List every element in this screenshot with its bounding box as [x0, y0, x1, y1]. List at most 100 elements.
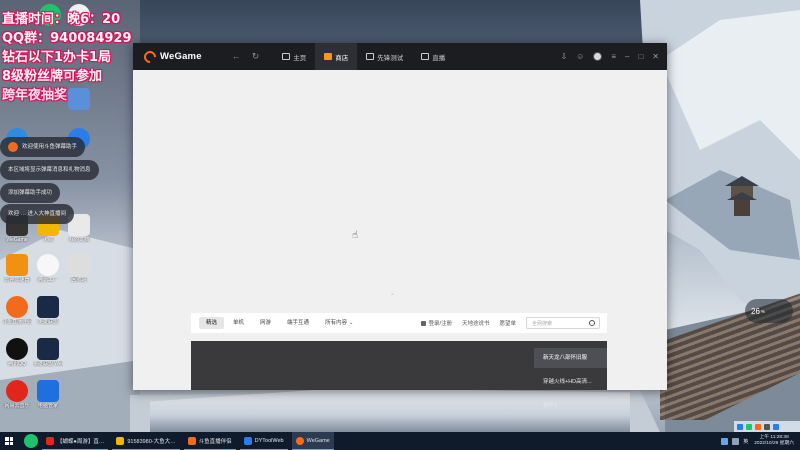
- desktop-icon-label: 斗鱼直播伴侣: [2, 319, 32, 325]
- search-input[interactable]: 全网搜索: [526, 317, 600, 329]
- tab-store[interactable]: 商店: [315, 43, 358, 70]
- tray-app-icon[interactable]: [764, 423, 770, 430]
- taskbar-app-wegame[interactable]: WeGame: [291, 432, 334, 450]
- title-bar[interactable]: WeGame ← ↻ 主页 商店 先锋测试 直播 ⇩ ☺ ≡ – □ ✕: [133, 43, 667, 70]
- clock-date: 2022/10/29 星期六: [754, 441, 794, 446]
- app-icon: [243, 436, 252, 445]
- volume-icon[interactable]: [732, 437, 740, 445]
- toast-notification[interactable]: 欢迎 … 进入大神直播间: [0, 204, 75, 224]
- game-list-item[interactable]: 星环3: [534, 396, 607, 416]
- tab-live[interactable]: 直播: [412, 43, 454, 70]
- app-icon: [37, 254, 59, 276]
- desktop-icon[interactable]: 英雄联盟 WeGame版: [33, 338, 63, 367]
- toast-notification[interactable]: 欢迎使用斗鱼弹幕助手: [0, 137, 86, 157]
- desktop-icon[interactable]: 英雄联盟: [33, 296, 63, 325]
- taskbar-app-label: 【蝴蝶●周游】直…: [57, 438, 105, 445]
- desktop-icon[interactable]: 腾讯QQ: [2, 338, 32, 367]
- desktop-icon[interactable]: 网易云音乐: [2, 380, 32, 409]
- game-list-item[interactable]: 穿越火线+HD高清...: [534, 372, 607, 392]
- network-icon[interactable]: [721, 437, 729, 445]
- desktop-icon-label: 网易云音乐: [4, 403, 30, 409]
- desktop-icon-label: 我的文档: [68, 237, 89, 243]
- download-icon[interactable]: ⇩: [560, 52, 567, 61]
- tab-label: 商店: [335, 54, 349, 62]
- desktop-icon-label: 回收站: [71, 277, 87, 283]
- wegame-window[interactable]: WeGame ← ↻ 主页 商店 先锋测试 直播 ⇩ ☺ ≡ – □ ✕ ☝ ⌃…: [133, 43, 667, 409]
- maximize-icon[interactable]: □: [638, 52, 643, 61]
- filter-tab-single-player[interactable]: 单机: [226, 317, 251, 329]
- login-link[interactable]: 登录/注册: [421, 319, 452, 327]
- tray-app-icon[interactable]: [746, 423, 752, 430]
- close-icon[interactable]: ✕: [652, 52, 659, 61]
- toast-notification[interactable]: 添加弹幕助手成功: [0, 183, 61, 203]
- back-arrow-icon[interactable]: ←: [232, 51, 241, 62]
- game-list-item[interactable]: 新天龙八部怀旧服: [534, 348, 607, 368]
- live-icon: [421, 53, 430, 60]
- menu-icon[interactable]: ≡: [611, 52, 616, 61]
- chevron-down-icon: ⌄: [349, 320, 354, 326]
- search-icon[interactable]: [589, 320, 595, 326]
- wegame-logo-text: WeGame: [160, 51, 202, 62]
- filter-tab-all-content[interactable]: 所有内容 ⌄: [318, 317, 360, 329]
- qq-icon: [6, 338, 28, 360]
- taskbar-app[interactable]: 【蝴蝶●周游】直…: [42, 432, 109, 450]
- system-monitor-widget[interactable]: 26%: [745, 299, 793, 323]
- app-icon: [187, 436, 196, 445]
- app-icon: [6, 254, 28, 276]
- featured-game-list: 新天龙八部怀旧服 穿越火线+HD高清... 星环3: [534, 348, 607, 420]
- tab-pioneer-test[interactable]: 先锋测试: [357, 43, 412, 70]
- wegame-logo[interactable]: WeGame: [141, 48, 202, 65]
- filter-tab-crossplay[interactable]: 端手互通: [280, 317, 316, 329]
- tray-app-icon[interactable]: [737, 423, 743, 430]
- desktop-icon-label: 雷神加速器: [4, 277, 30, 283]
- toast-notification[interactable]: 本区域将显示弹幕消息和礼物消息: [0, 160, 99, 180]
- desktop-icon-label: 火绒: [42, 237, 53, 243]
- search-placeholder: 全网搜索: [532, 320, 553, 327]
- taskbar: 【蝴蝶●周游】直… 91583980-大鱼大… 斗鱼直播伴侣 DYToolWeb…: [0, 432, 800, 450]
- tab-home[interactable]: 主页: [273, 43, 315, 70]
- taskbar-app[interactable]: 斗鱼直播伴侣: [183, 432, 236, 450]
- caret-up-icon: ⌃: [390, 294, 396, 300]
- minimize-icon[interactable]: –: [625, 52, 629, 61]
- overlay-lottery: 跨年夜抽奖: [2, 88, 68, 103]
- taskbar-clock[interactable]: 上午 11:28:38 2022/10/29 星期六: [754, 435, 794, 447]
- league-icon: [37, 296, 59, 318]
- desktop-icon-label: 腾讯工厂: [37, 277, 58, 283]
- desktop-icon[interactable]: 腾讯工厂: [33, 254, 63, 283]
- recycle-bin-icon: [68, 254, 90, 276]
- wishlist-link[interactable]: 愿望单: [499, 319, 516, 327]
- filter-tab-featured[interactable]: 精选: [199, 317, 225, 329]
- tab-label: 直播: [432, 54, 446, 62]
- refresh-icon[interactable]: ↻: [252, 51, 260, 62]
- stream-overlay: 直播时间：晚6：20 QQ群：940084929 钻石以下1办卡1局 8级粉丝牌…: [2, 10, 132, 105]
- desktop-icon[interactable]: 斗鱼直播伴侣: [2, 296, 32, 325]
- input-method-indicator[interactable]: 英: [743, 438, 748, 445]
- desktop-icon[interactable]: 电脑管家: [33, 380, 63, 409]
- tiandi-link[interactable]: 天地途说书: [462, 319, 490, 327]
- douyu-icon: [8, 142, 18, 152]
- tray-app-icon[interactable]: [755, 423, 761, 430]
- desktop-icon[interactable]: 回收站: [64, 254, 94, 283]
- tray-app-icon[interactable]: [773, 423, 779, 430]
- start-button[interactable]: [0, 432, 18, 450]
- tab-label: 主页: [293, 54, 307, 62]
- avatar[interactable]: [593, 52, 603, 61]
- overlay-stream-time: 直播时间：晚6：20: [2, 12, 121, 27]
- windows-logo-icon: [5, 437, 13, 445]
- friends-icon[interactable]: ☺: [576, 52, 584, 61]
- taskbar-app[interactable]: DYToolWeb: [239, 432, 288, 450]
- desktop-icon[interactable]: 雷神加速器: [2, 254, 32, 283]
- desktop-icon-label: 英雄联盟 WeGame版: [33, 361, 63, 367]
- taskbar-app-label: WeGame: [306, 437, 330, 444]
- pc-manager-icon: [37, 380, 59, 402]
- lock-icon: [421, 321, 427, 327]
- desktop-icon-label: WeGame: [6, 237, 28, 243]
- filter-tab-online[interactable]: 网游: [253, 317, 278, 329]
- mouse-cursor-icon: ☝: [352, 230, 359, 241]
- link-label: 登录/注册: [428, 321, 452, 327]
- wallpaper-pagoda: [725, 176, 759, 216]
- pinned-app-icon[interactable]: [24, 434, 38, 448]
- taskbar-app[interactable]: 91583980-大鱼大…: [112, 432, 180, 450]
- store-content[interactable]: ☝ ⌃ 精选 单机 网游 端手互通 所有内容 ⌄ 登录/注册 天地途说书 愿望单 …: [133, 70, 667, 409]
- overlay-rule-2: 8级粉丝牌可参加: [2, 69, 103, 84]
